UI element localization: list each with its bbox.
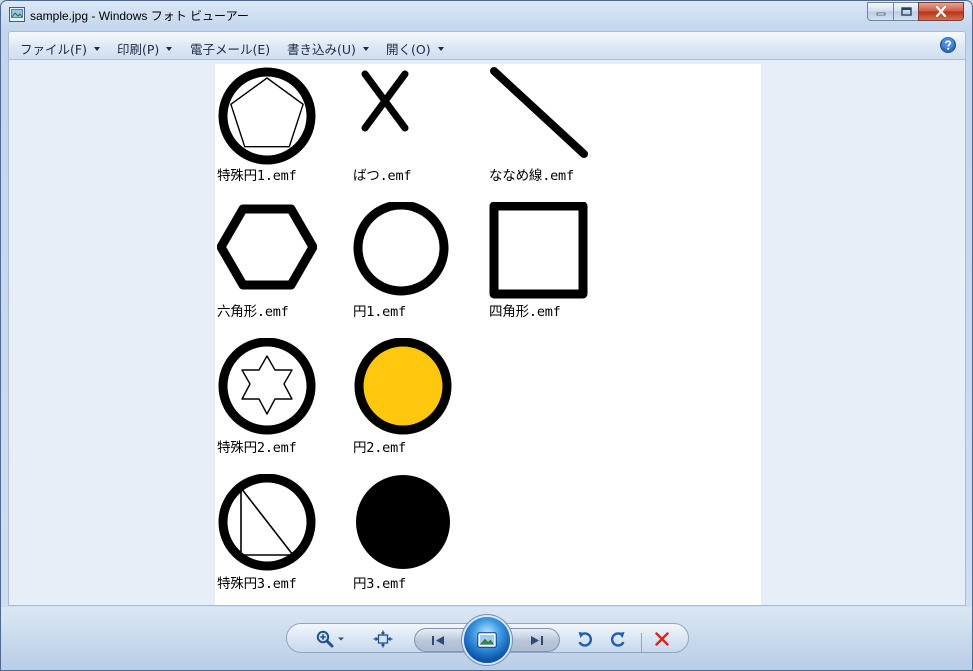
diagonal-line-shape: [490, 67, 588, 158]
zoom-dropdown-icon: [337, 637, 344, 641]
displayed-image: 特殊円1.emf ばつ.emf ななめ線.emf 六角形.emf 円1.emf …: [215, 64, 761, 605]
menu-email-label: 電子メール(E): [190, 42, 271, 57]
delete-icon: [655, 632, 669, 646]
rotate-clockwise-icon: [611, 632, 625, 647]
file-caption: 円3.emf: [353, 576, 406, 592]
menu-open-label: 開く(O): [386, 42, 431, 57]
photo-viewer-window: sample.jpg - Windows フォト ビューアー ファイル(F) 印…: [0, 0, 973, 671]
close-icon: [935, 6, 947, 17]
chevron-down-icon: [437, 46, 444, 51]
menu-burn-label: 書き込み(U): [287, 42, 356, 57]
circle-2-shape: [354, 338, 452, 435]
square-shape: [489, 202, 588, 299]
menu-open[interactable]: 開く(O): [386, 39, 444, 58]
file-caption: 特殊円1.emf: [217, 168, 297, 184]
circle-1-shape: [353, 202, 449, 296]
navigation-toolbar: [1, 607, 972, 670]
image-view-area[interactable]: 特殊円1.emf ばつ.emf ななめ線.emf 六角形.emf 円1.emf …: [8, 59, 966, 606]
file-caption: ななめ線.emf: [489, 168, 574, 184]
close-button[interactable]: [918, 2, 964, 21]
menu-file-label: ファイル(F): [20, 42, 87, 57]
menu-burn[interactable]: 書き込み(U): [287, 39, 369, 58]
toolbar-separator: [641, 633, 642, 653]
file-caption: 特殊円2.emf: [217, 440, 297, 456]
minimize-icon: [876, 12, 885, 15]
x-cross-shape: [361, 70, 409, 132]
file-caption: 円2.emf: [353, 440, 406, 456]
special-circle-1-shape: [218, 67, 316, 165]
actual-size-button[interactable]: [371, 628, 395, 650]
menu-bar: ファイル(F) 印刷(P) 電子メール(E) 書き込み(U) 開く(O): [8, 31, 966, 59]
maximize-button[interactable]: [893, 2, 918, 21]
previous-button[interactable]: [427, 632, 449, 649]
app-icon: [9, 7, 25, 22]
slideshow-button[interactable]: [464, 617, 510, 663]
rotate-counterclockwise-icon: [578, 632, 592, 647]
special-circle-3-shape: [218, 474, 316, 571]
special-circle-2-shape: [218, 338, 316, 435]
file-caption: 六角形.emf: [217, 304, 289, 320]
slideshow-icon: [477, 632, 497, 648]
maximize-icon: [900, 7, 912, 16]
menu-print[interactable]: 印刷(P): [117, 39, 173, 58]
menu-email[interactable]: 電子メール(E): [190, 39, 270, 58]
help-icon[interactable]: [940, 37, 956, 53]
actual-size-icon: [373, 630, 393, 648]
chevron-down-icon: [93, 46, 100, 51]
file-caption: 特殊円3.emf: [217, 576, 297, 592]
window-title: sample.jpg - Windows フォト ビューアー: [30, 9, 249, 23]
zoom-button[interactable]: [313, 628, 347, 650]
rotate-clockwise-button[interactable]: [607, 628, 629, 650]
delete-button[interactable]: [651, 628, 673, 650]
file-caption: 円1.emf: [353, 304, 406, 320]
chevron-down-icon: [362, 46, 369, 51]
title-bar[interactable]: sample.jpg - Windows フォト ビューアー: [1, 1, 972, 29]
next-button[interactable]: [525, 632, 547, 649]
menu-print-label: 印刷(P): [117, 42, 160, 57]
previous-icon: [431, 636, 444, 645]
minimize-button[interactable]: [867, 2, 893, 21]
hexagon-shape: [217, 204, 317, 290]
file-caption: 四角形.emf: [489, 304, 561, 320]
zoom-icon: [316, 630, 333, 648]
chevron-down-icon: [166, 46, 173, 51]
circle-3-shape: [356, 475, 450, 569]
rotate-counterclockwise-button[interactable]: [574, 628, 596, 650]
menu-file[interactable]: ファイル(F): [20, 39, 100, 58]
file-caption: ばつ.emf: [353, 168, 412, 184]
next-icon: [530, 636, 543, 645]
